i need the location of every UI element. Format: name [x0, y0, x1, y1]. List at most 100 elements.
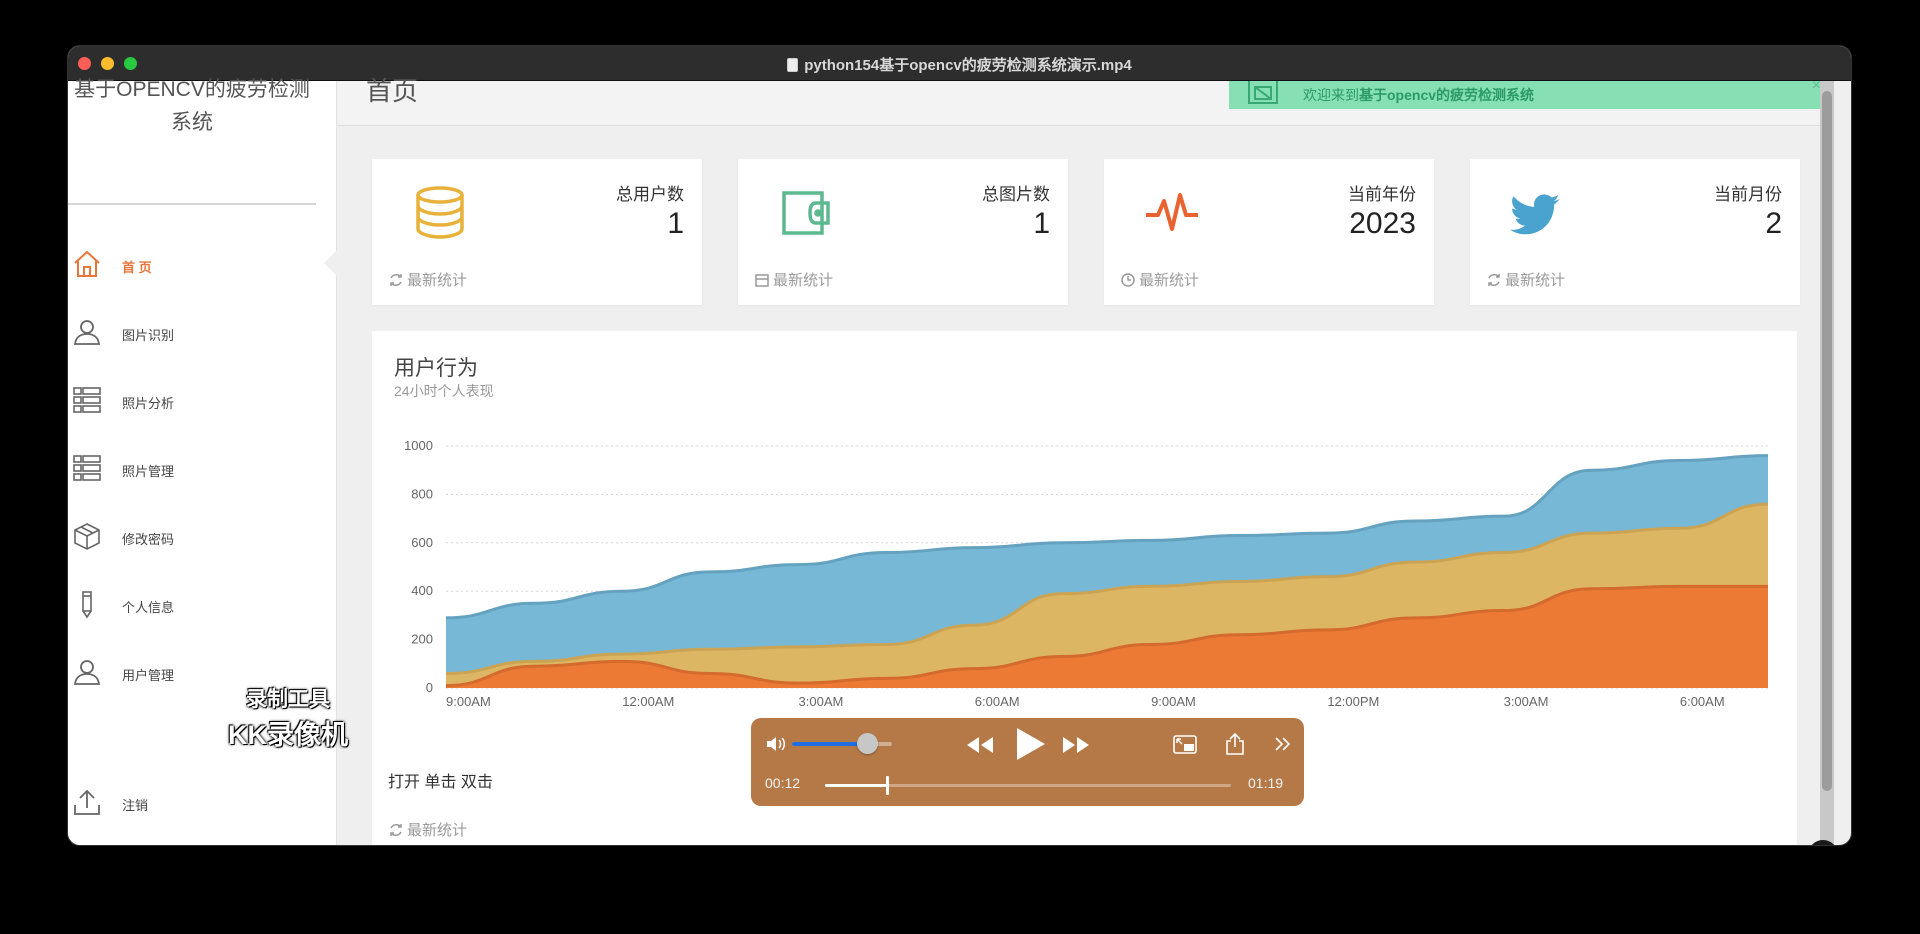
wallet-icon: [782, 191, 830, 235]
rewind-icon[interactable]: [965, 735, 995, 755]
stat-footer-text: 最新统计: [407, 272, 468, 289]
sidebar-item-profile[interactable]: 个人信息: [68, 585, 337, 625]
current-time: 00:12: [765, 775, 801, 791]
box-icon: [74, 523, 100, 550]
stat-card-year: 当前年份 2023 最新统计: [1104, 159, 1434, 305]
stat-footer-text: 最新统计: [1505, 272, 1566, 289]
user-behavior-chart: 0 200 400 600 800 1000 9:00AM 12:00AM 3:00AM 6:00…: [404, 438, 1769, 709]
playhead[interactable]: [885, 776, 889, 795]
x-tick-label: 9:00AM: [1151, 694, 1196, 709]
caption-icon: [1808, 840, 1838, 845]
sidebar-item-label: 首 页: [122, 260, 152, 275]
sidebar-item-change-password[interactable]: 修改密码: [68, 517, 337, 557]
stat-value: 1: [1033, 207, 1050, 240]
fast-forward-icon[interactable]: [1061, 735, 1091, 755]
refresh-icon: [390, 824, 402, 836]
app-window: python154基于opencv的疲劳检测系统演示.mp4 基于OPENCV的…: [68, 46, 1851, 845]
stat-label: 当前年份: [1348, 185, 1416, 204]
play-icon[interactable]: [1013, 726, 1047, 762]
volume-icon[interactable]: [765, 735, 787, 753]
refresh-icon: [1488, 274, 1500, 286]
share-icon[interactable]: [1225, 732, 1245, 756]
stat-label: 总用户数: [616, 185, 684, 204]
stat-label: 总图片数: [982, 185, 1050, 204]
sidebar-item-photo-analysis[interactable]: 照片分析: [68, 381, 337, 421]
brand-line-2: 系统: [171, 111, 213, 134]
stat-card-month: 当前月份 2 最新统计: [1470, 159, 1800, 305]
progress-fill: [825, 784, 887, 787]
stat-card-images: 总图片数 1 最新统计: [738, 159, 1068, 305]
list-icon: [73, 387, 101, 413]
calendar-icon: [755, 274, 769, 287]
window-title-text: python154基于opencv的疲劳检测系统演示.mp4: [804, 57, 1132, 74]
page-title: 首页: [366, 76, 419, 106]
watermark-line-1: 录制工具: [246, 688, 330, 711]
scrollbar-thumb[interactable]: [1822, 91, 1832, 791]
sidebar: 基于OPENCV的疲劳检测 系统 首 页 图片识别 照片分析 照片管理 修改密码…: [68, 78, 348, 845]
list-icon: [73, 455, 101, 481]
database-icon: [416, 186, 464, 239]
sidebar-item-home[interactable]: 首 页: [68, 245, 337, 285]
sidebar-item-label: 照片分析: [122, 396, 175, 411]
x-tick-label: 9:00AM: [446, 694, 491, 709]
user-icon: [73, 320, 101, 345]
sidebar-item-label: 用户管理: [122, 668, 175, 683]
stat-value: 2: [1765, 207, 1782, 240]
volume-knob[interactable]: [857, 733, 878, 754]
page-scrollbar[interactable]: [1820, 81, 1834, 845]
sidebar-item-image-recognition[interactable]: 图片识别: [68, 313, 337, 353]
sidebar-item-photo-management[interactable]: 照片管理: [68, 449, 337, 489]
pencil-icon: [82, 591, 92, 619]
x-tick-label: 3:00AM: [1504, 694, 1549, 709]
more-options-icon[interactable]: [1273, 735, 1293, 753]
recorder-watermark: 录制工具 KK录像机: [218, 683, 358, 752]
chart-legend-text: 打开 单击 双击: [388, 774, 493, 791]
document-icon: [787, 58, 799, 72]
active-indicator: [324, 249, 338, 277]
shop-icon: [1248, 81, 1278, 104]
title-bar: python154基于opencv的疲劳检测系统演示.mp4: [68, 46, 1851, 81]
volume-slider[interactable]: [792, 733, 892, 754]
twitter-icon: [1510, 194, 1560, 235]
video-player-controls: 00:12 01:19: [751, 718, 1304, 806]
playback-progress[interactable]: [825, 776, 1231, 795]
y-tick-label: 0: [426, 680, 433, 695]
stat-footer: 最新统计: [754, 269, 833, 290]
home-icon: [74, 250, 100, 277]
panel-footer-text: 最新统计: [407, 822, 468, 839]
pulse-icon: [1146, 193, 1198, 231]
stat-footer-text: 最新统计: [1139, 272, 1200, 289]
welcome-system-name: 基于opencv的疲劳检测系统: [1359, 87, 1535, 103]
volume-fill: [792, 742, 867, 746]
logout-button[interactable]: 注销: [68, 783, 337, 823]
x-tick-label: 3:00AM: [799, 694, 844, 709]
picture-in-picture-icon[interactable]: [1173, 734, 1199, 756]
sidebar-item-label: 照片管理: [122, 464, 175, 479]
x-tick-label: 12:00AM: [622, 694, 674, 709]
total-time: 01:19: [1248, 775, 1284, 791]
welcome-text: 欢迎来到基于opencv的疲劳检测系统: [1303, 85, 1534, 105]
stat-value: 1: [667, 207, 684, 240]
sidebar-item-label: 个人信息: [122, 600, 175, 615]
panel-footer: 最新统计: [388, 819, 467, 840]
x-tick-label: 12:00PM: [1327, 694, 1379, 709]
upload-icon: [74, 789, 100, 815]
clock-icon: [1121, 273, 1135, 287]
refresh-icon: [390, 274, 402, 286]
floating-action-button[interactable]: [1808, 840, 1838, 845]
y-tick-label: 600: [411, 535, 433, 550]
y-tick-label: 800: [411, 486, 433, 501]
stat-footer: 最新统计: [1120, 269, 1199, 290]
x-tick-label: 6:00AM: [1680, 694, 1725, 709]
app-content: 基于OPENCV的疲劳检测 系统 首 页 图片识别 照片分析 照片管理 修改密码…: [68, 76, 1851, 845]
stat-footer: 最新统计: [388, 269, 467, 290]
y-tick-label: 400: [411, 583, 433, 598]
user-icon: [73, 660, 101, 685]
stat-footer-text: 最新统计: [773, 272, 834, 289]
stat-label: 当前月份: [1714, 185, 1782, 204]
stat-footer: 最新统计: [1486, 269, 1565, 290]
x-tick-label: 6:00AM: [975, 694, 1020, 709]
stat-value: 2023: [1349, 207, 1416, 240]
logout-label: 注销: [122, 798, 149, 813]
welcome-banner: 欢迎来到基于opencv的疲劳检测系统 ×: [1229, 77, 1833, 109]
